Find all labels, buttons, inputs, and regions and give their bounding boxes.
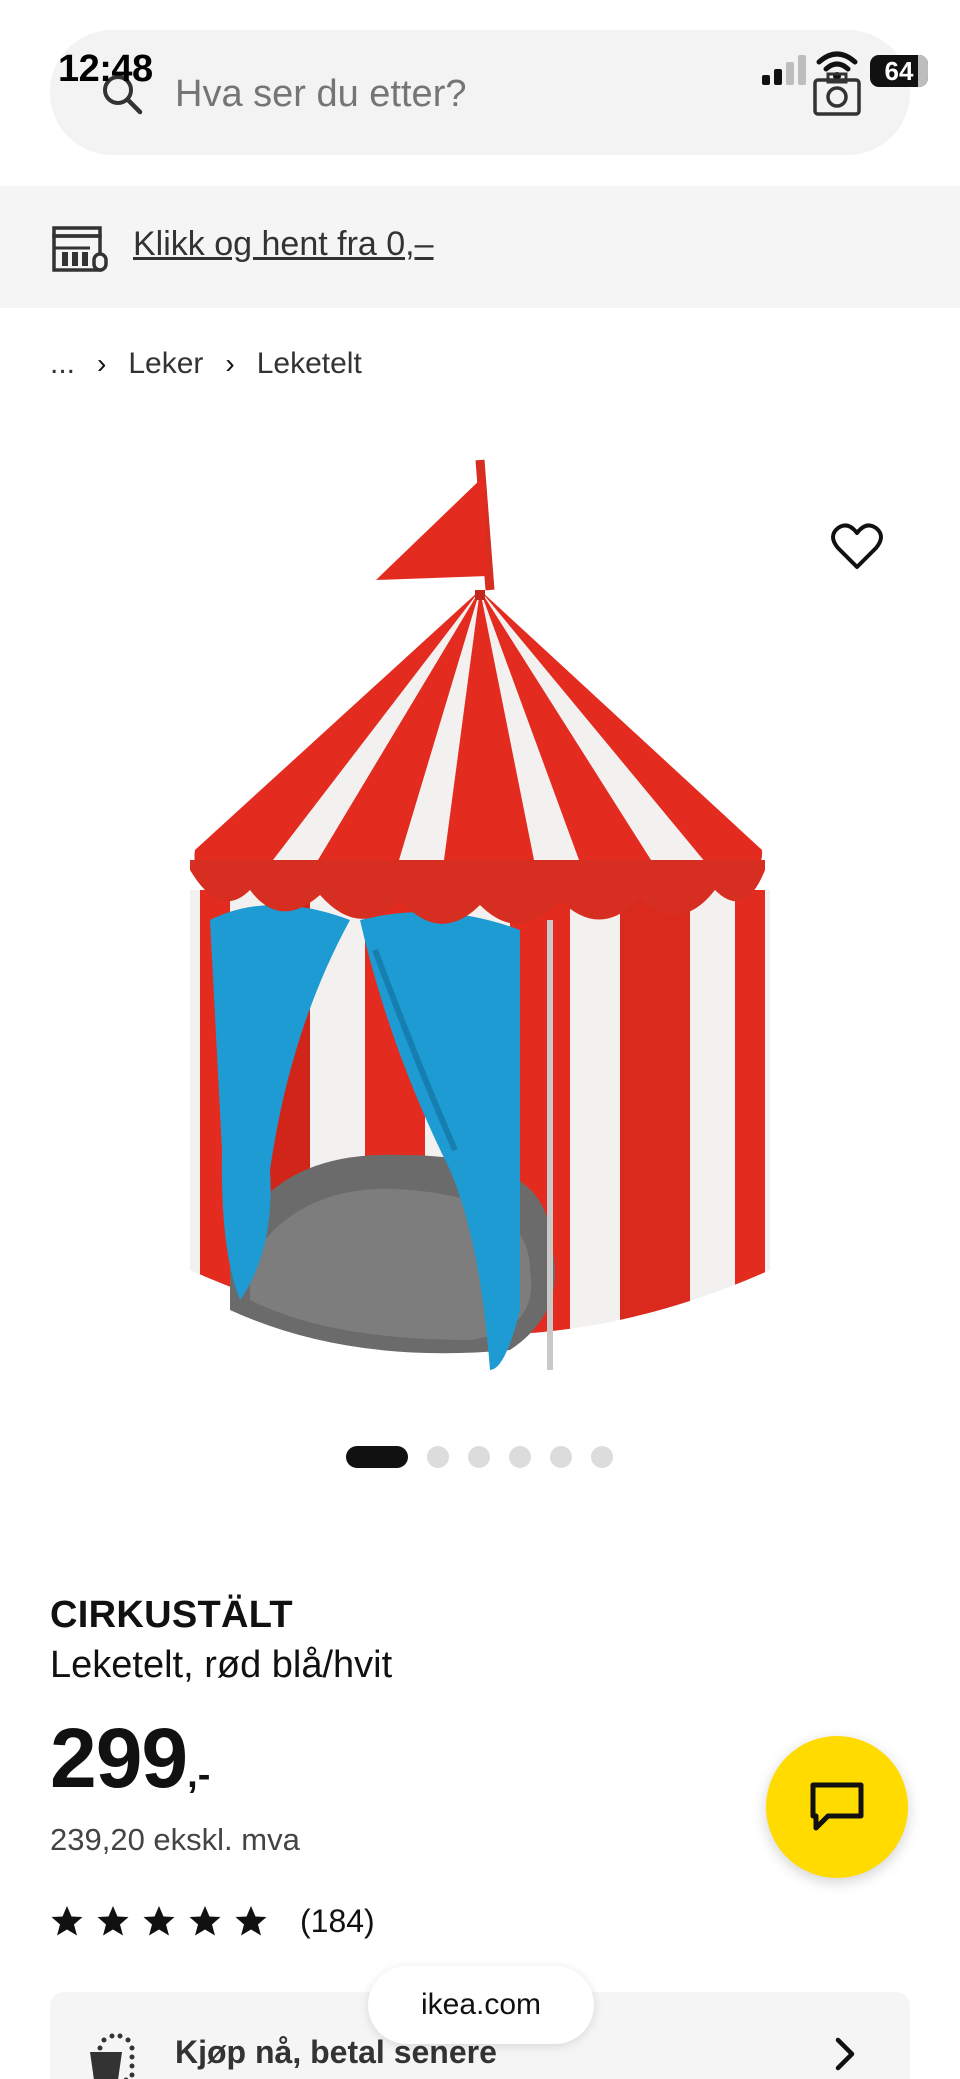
search-input[interactable]: Hva ser du etter? <box>175 72 466 116</box>
carousel-dot-4[interactable] <box>509 1446 531 1468</box>
carousel-indicator <box>346 1446 632 1468</box>
status-time: 12:48 <box>58 48 153 90</box>
star-icon <box>97 1906 129 1936</box>
rating-count: (184) <box>300 1902 375 1939</box>
battery-indicator: 64 <box>870 55 928 87</box>
star-icon <box>189 1906 221 1936</box>
star-icon <box>235 1906 267 1936</box>
star-icon <box>51 1906 83 1936</box>
breadcrumb-item-leker[interactable]: Leker <box>128 347 203 381</box>
chevron-right-icon <box>835 2037 855 2071</box>
pickup-link[interactable]: Klikk og hent fra 0,– <box>133 222 434 266</box>
shopping-bag-icon <box>90 2033 135 2079</box>
product-rating[interactable]: (184) <box>50 1900 375 1942</box>
star-icon <box>143 1906 175 1936</box>
breadcrumb-item-leketelt[interactable]: Leketelt <box>257 347 362 381</box>
carousel-dot-2[interactable] <box>427 1446 449 1468</box>
breadcrumb-ellipsis[interactable]: ... <box>50 347 75 381</box>
price-value: 299 <box>50 1711 188 1805</box>
carousel-dot-1[interactable] <box>346 1446 408 1468</box>
chevron-right-icon: › <box>97 348 107 379</box>
chevron-right-icon: › <box>225 348 235 379</box>
price-suffix: ,- <box>187 1754 211 1796</box>
product-description: Leketelt, rød blå/hvit <box>50 1644 393 1686</box>
battery-level: 64 <box>884 56 914 86</box>
product-name: CIRKUSTÄLT <box>50 1594 293 1636</box>
heart-icon[interactable] <box>830 522 884 572</box>
product-image[interactable] <box>150 450 810 1400</box>
chat-button[interactable] <box>766 1736 908 1878</box>
browser-url[interactable]: ikea.com <box>368 1966 594 2044</box>
price-ex-vat: 239,20 ekskl. mva <box>50 1822 300 1857</box>
cellular-signal-icon <box>762 55 806 85</box>
chat-bubble-icon <box>810 1782 864 1831</box>
camera-icon[interactable] <box>812 70 862 118</box>
breadcrumb: ... › Leker › Leketelt <box>50 344 362 384</box>
product-price: 299,- <box>50 1712 210 1804</box>
carousel-dot-3[interactable] <box>468 1446 490 1468</box>
carousel-dot-5[interactable] <box>550 1446 572 1468</box>
store-icon <box>52 226 108 272</box>
carousel-dot-6[interactable] <box>591 1446 613 1468</box>
